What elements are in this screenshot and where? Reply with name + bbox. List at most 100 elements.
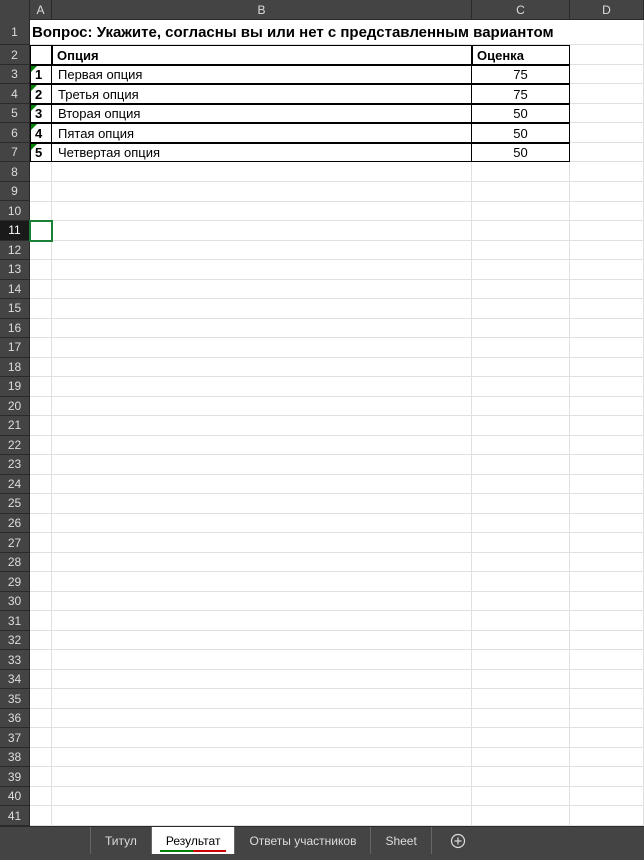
row-header-18[interactable]: 18 (0, 358, 30, 378)
cell-A4[interactable]: 2 (30, 84, 52, 104)
row-header-21[interactable]: 21 (0, 416, 30, 436)
cell-C27[interactable] (472, 533, 570, 553)
cell-C7[interactable]: 50 (472, 143, 570, 163)
cell-D29[interactable] (570, 572, 644, 592)
cell-D26[interactable] (570, 514, 644, 534)
cell-C41[interactable] (472, 806, 570, 826)
cell-A25[interactable] (30, 494, 52, 514)
cell-B2[interactable]: Опция (52, 45, 472, 65)
row-header-17[interactable]: 17 (0, 338, 30, 358)
cell-A9[interactable] (30, 182, 52, 202)
cell-C22[interactable] (472, 436, 570, 456)
row-header-41[interactable]: 41 (0, 806, 30, 826)
row-header-34[interactable]: 34 (0, 670, 30, 690)
cell-A23[interactable] (30, 455, 52, 475)
cell-D4[interactable] (570, 84, 644, 104)
cell-D8[interactable] (570, 162, 644, 182)
row-header-20[interactable]: 20 (0, 397, 30, 417)
cell-C2[interactable]: Оценка (472, 45, 570, 65)
cell-B26[interactable] (52, 514, 472, 534)
cell-B16[interactable] (52, 319, 472, 339)
cell-B12[interactable] (52, 241, 472, 261)
cell-B35[interactable] (52, 689, 472, 709)
cell-B13[interactable] (52, 260, 472, 280)
select-all-corner[interactable] (0, 0, 30, 20)
cell-C39[interactable] (472, 767, 570, 787)
cell-C35[interactable] (472, 689, 570, 709)
cell-A21[interactable] (30, 416, 52, 436)
row-header-12[interactable]: 12 (0, 241, 30, 261)
cell-B36[interactable] (52, 709, 472, 729)
row-header-24[interactable]: 24 (0, 475, 30, 495)
cell-A15[interactable] (30, 299, 52, 319)
cell-A36[interactable] (30, 709, 52, 729)
row-header-26[interactable]: 26 (0, 514, 30, 534)
cell-D39[interactable] (570, 767, 644, 787)
cell-B22[interactable] (52, 436, 472, 456)
row-header-10[interactable]: 10 (0, 201, 30, 221)
cell-B8[interactable] (52, 162, 472, 182)
cell-C20[interactable] (472, 397, 570, 417)
row-header-30[interactable]: 30 (0, 592, 30, 612)
cell-A17[interactable] (30, 338, 52, 358)
cell-A14[interactable] (30, 280, 52, 300)
cell-A22[interactable] (30, 436, 52, 456)
cell-D21[interactable] (570, 416, 644, 436)
row-header-27[interactable]: 27 (0, 533, 30, 553)
cell-D7[interactable] (570, 143, 644, 163)
cell-A27[interactable] (30, 533, 52, 553)
cell-D24[interactable] (570, 475, 644, 495)
cell-B23[interactable] (52, 455, 472, 475)
cell-B41[interactable] (52, 806, 472, 826)
cell-D19[interactable] (570, 377, 644, 397)
cell-D18[interactable] (570, 358, 644, 378)
cell-B10[interactable] (52, 202, 472, 222)
cell-C37[interactable] (472, 728, 570, 748)
cell-D32[interactable] (570, 631, 644, 651)
row-header-8[interactable]: 8 (0, 162, 30, 182)
cell-D30[interactable] (570, 592, 644, 612)
cell-D23[interactable] (570, 455, 644, 475)
cell-B4[interactable]: Третья опция (52, 84, 472, 104)
row-header-23[interactable]: 23 (0, 455, 30, 475)
cell-A40[interactable] (30, 787, 52, 807)
row-header-25[interactable]: 25 (0, 494, 30, 514)
cell-D15[interactable] (570, 299, 644, 319)
cell-D33[interactable] (570, 650, 644, 670)
col-header-D[interactable]: D (570, 0, 644, 19)
new-sheet-button[interactable] (432, 827, 484, 854)
cell-C32[interactable] (472, 631, 570, 651)
col-header-C[interactable]: C (472, 0, 570, 19)
cell-D6[interactable] (570, 123, 644, 143)
cell-B19[interactable] (52, 377, 472, 397)
cell-B21[interactable] (52, 416, 472, 436)
cell-A19[interactable] (30, 377, 52, 397)
cell-B5[interactable]: Вторая опция (52, 104, 472, 124)
row-header-6[interactable]: 6 (0, 123, 30, 143)
cell-D14[interactable] (570, 280, 644, 300)
row-header-3[interactable]: 3 (0, 65, 30, 85)
cell-A5[interactable]: 3 (30, 104, 52, 124)
cell-A29[interactable] (30, 572, 52, 592)
col-header-B[interactable]: B (52, 0, 472, 19)
cell-B18[interactable] (52, 358, 472, 378)
cell-B3[interactable]: Первая опция (52, 65, 472, 85)
cell-A18[interactable] (30, 358, 52, 378)
cell-B17[interactable] (52, 338, 472, 358)
row-header-1[interactable]: 1 (0, 20, 30, 45)
cell-B28[interactable] (52, 553, 472, 573)
cell-B29[interactable] (52, 572, 472, 592)
cell-C23[interactable] (472, 455, 570, 475)
cell-B40[interactable] (52, 787, 472, 807)
cell-D25[interactable] (570, 494, 644, 514)
cell-A6[interactable]: 4 (30, 123, 52, 143)
cell-C11[interactable] (472, 221, 570, 241)
cell-C3[interactable]: 75 (472, 65, 570, 85)
cell-A30[interactable] (30, 592, 52, 612)
cell-D17[interactable] (570, 338, 644, 358)
cell-C16[interactable] (472, 319, 570, 339)
cell-C6[interactable]: 50 (472, 123, 570, 143)
row-header-38[interactable]: 38 (0, 748, 30, 768)
col-header-A[interactable]: A (30, 0, 52, 19)
row-header-16[interactable]: 16 (0, 319, 30, 339)
